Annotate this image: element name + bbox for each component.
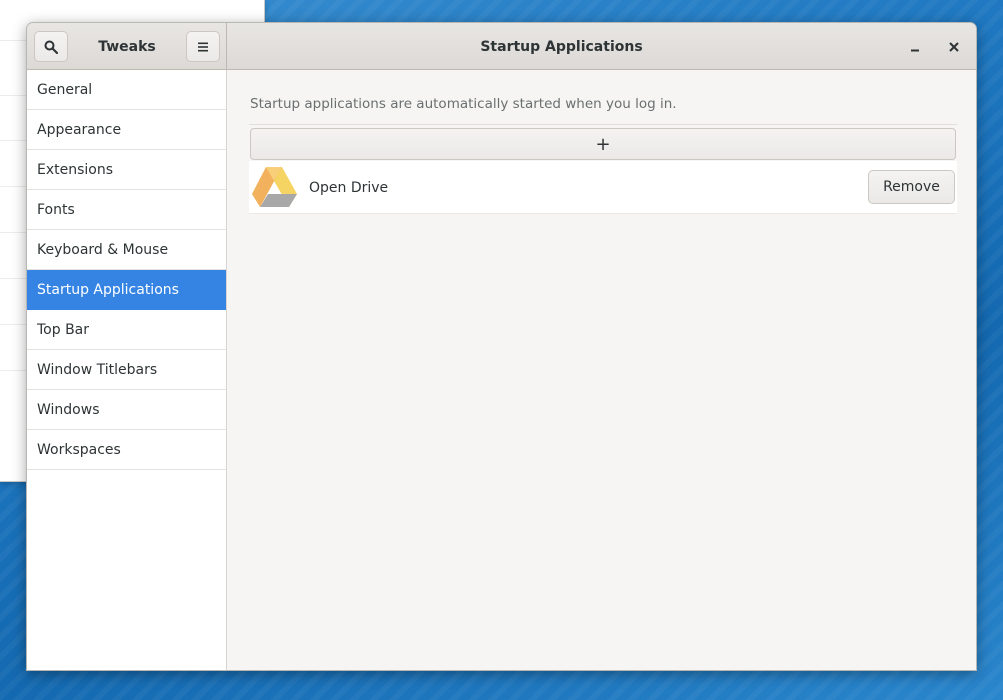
headerbar: Tweaks Startup Applications — [27, 23, 976, 70]
sidebar-item-appearance[interactable]: Appearance — [27, 110, 226, 150]
content-area: Startup applications are automatically s… — [228, 70, 976, 670]
sidebar-item-label: Top Bar — [37, 321, 90, 338]
headerbar-sidebar-section: Tweaks — [27, 23, 227, 70]
minimize-button[interactable] — [903, 35, 927, 59]
sidebar-item-window-titlebars[interactable]: Window Titlebars — [27, 350, 226, 390]
app-title: Tweaks — [98, 38, 156, 55]
google-drive-icon — [252, 167, 297, 207]
sidebar-item-startup-applications[interactable]: Startup Applications — [27, 270, 226, 310]
sidebar-item-fonts[interactable]: Fonts — [27, 190, 226, 230]
sidebar-item-label: Startup Applications — [37, 281, 179, 298]
close-button[interactable] — [942, 35, 966, 59]
sidebar-item-label: Keyboard & Mouse — [37, 241, 169, 258]
sidebar-item-label: Fonts — [37, 201, 75, 218]
add-startup-app-button[interactable]: + — [250, 128, 956, 160]
search-icon — [44, 40, 58, 54]
startup-description: Startup applications are automatically s… — [250, 96, 677, 112]
sidebar-item-extensions[interactable]: Extensions — [27, 150, 226, 190]
add-row: + — [249, 124, 957, 161]
close-icon — [949, 42, 959, 52]
sidebar-item-label: Windows — [37, 401, 100, 418]
sidebar-item-workspaces[interactable]: Workspaces — [27, 430, 226, 470]
sidebar-item-label: Workspaces — [37, 441, 121, 458]
minimize-icon — [911, 49, 919, 52]
startup-app-list: + Open Drive Remove — [249, 124, 957, 214]
sidebar-item-label: Window Titlebars — [37, 361, 158, 378]
sidebar-item-keyboard-mouse[interactable]: Keyboard & Mouse — [27, 230, 226, 270]
sidebar-item-top-bar[interactable]: Top Bar — [27, 310, 226, 350]
remove-button[interactable]: Remove — [868, 170, 955, 204]
page-title: Startup Applications — [480, 38, 643, 55]
sidebar-item-general[interactable]: General — [27, 70, 226, 110]
tweaks-window: Tweaks Startup Applications General Appe… — [26, 22, 977, 671]
sidebar-item-label: Extensions — [37, 161, 114, 178]
hamburger-menu-icon — [198, 42, 208, 51]
sidebar-item-windows[interactable]: Windows — [27, 390, 226, 430]
search-button[interactable] — [34, 31, 68, 62]
list-item: Open Drive Remove — [249, 161, 957, 214]
sidebar: General Appearance Extensions Fonts Keyb… — [27, 70, 227, 670]
sidebar-item-label: General — [37, 81, 93, 98]
app-name: Open Drive — [309, 179, 389, 196]
main-menu-button[interactable] — [186, 31, 220, 62]
sidebar-item-label: Appearance — [37, 121, 122, 138]
